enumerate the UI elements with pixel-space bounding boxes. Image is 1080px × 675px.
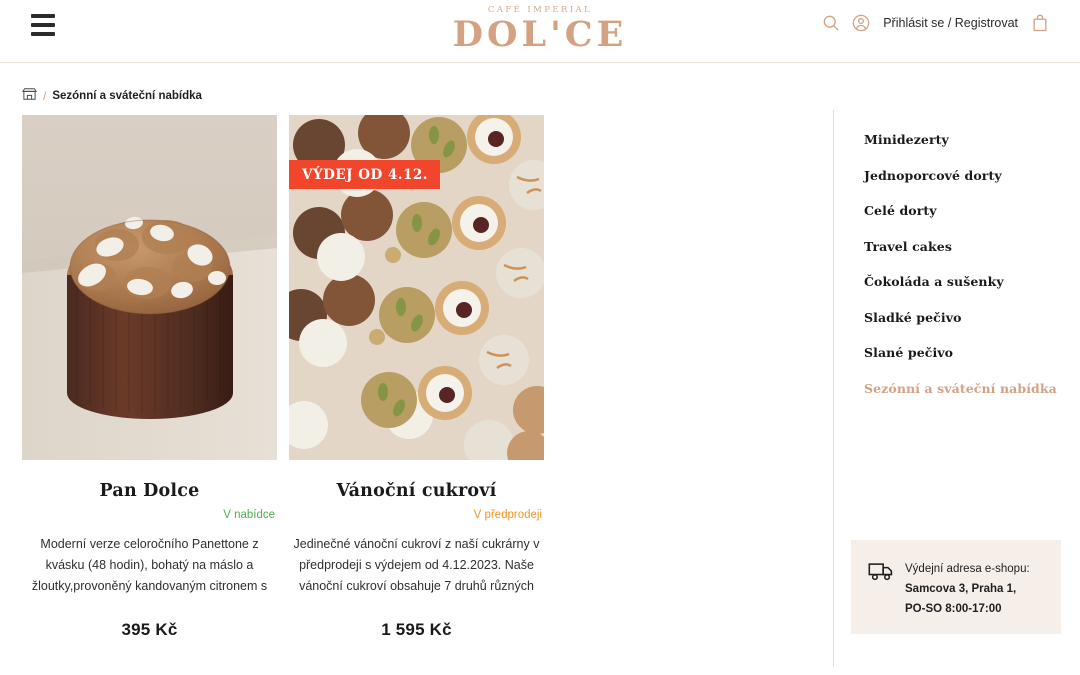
truck-icon (868, 561, 894, 587)
category-sidebar: Minidezerty Jednoporcové dorty Celé dort… (864, 132, 1060, 416)
product-description: Moderní verze celoročního Panettone z kv… (31, 537, 268, 593)
search-icon[interactable] (821, 13, 841, 33)
sidebar-item-travel-cakes[interactable]: Travel cakes (864, 239, 1060, 255)
sidebar-item-sezonni-a-svatecni-nabidka[interactable]: Sezónní a sváteční nabídka (864, 381, 1060, 397)
delivery-line-1: Výdejní adresa e-shopu: (905, 563, 1030, 575)
logo-wordmark: DOL'CE (452, 14, 628, 55)
product-image[interactable]: VÝDEJ OD 4.12. (289, 115, 544, 460)
delivery-line-2: Samcova 3, Praha 1, (905, 583, 1017, 595)
main-content: Pan Dolce V nabídce Moderní verze celoro… (0, 110, 1080, 675)
product-price: 1 595 Kč (381, 620, 452, 639)
login-register-link[interactable]: Přihlásit se / Registrovat (883, 16, 1018, 30)
product-status-badge: V nabídce (223, 509, 275, 521)
content-sidebar-divider (833, 110, 834, 667)
product-description: Jedinečné vánoční cukroví z naší cukrárn… (293, 537, 540, 593)
cart-icon[interactable] (1030, 13, 1050, 33)
sidebar-item-jednoporcove-dorty[interactable]: Jednoporcové dorty (864, 168, 1060, 184)
sidebar-item-cele-dorty[interactable]: Celé dorty (864, 203, 1060, 219)
delivery-address-text: Výdejní adresa e-shopu: Samcova 3, Praha… (905, 559, 1030, 619)
delivery-line-3: PO-SO 8:00-17:00 (905, 603, 1002, 615)
breadcrumb: / Sezónní a sváteční nabídka (22, 87, 202, 104)
product-title[interactable]: Pan Dolce (22, 481, 277, 501)
product-card[interactable]: VÝDEJ OD 4.12. Vánoční cukroví V předpro… (289, 115, 544, 640)
delivery-info-panel: Výdejní adresa e-shopu: Samcova 3, Praha… (851, 540, 1061, 634)
product-status-badge: V předprodeji (473, 509, 542, 521)
sidebar-item-minidezerty[interactable]: Minidezerty (864, 132, 1060, 148)
sidebar-item-cokolada-a-susenky[interactable]: Čokoláda a sušenky (864, 274, 1060, 290)
sidebar-item-slane-pecivo[interactable]: Slané pečivo (864, 345, 1060, 361)
site-header: CAFÉ IMPERIAL DOL'CE Přihlásit se / Regi… (0, 0, 1080, 63)
product-grid: Pan Dolce V nabídce Moderní verze celoro… (22, 115, 812, 640)
account-icon[interactable] (851, 13, 871, 33)
product-card[interactable]: Pan Dolce V nabídce Moderní verze celoro… (22, 115, 277, 640)
product-image[interactable] (22, 115, 277, 460)
sidebar-item-sladke-pecivo[interactable]: Sladké pečivo (864, 310, 1060, 326)
header-actions: Přihlásit se / Registrovat (821, 13, 1050, 33)
product-title[interactable]: Vánoční cukroví (289, 481, 544, 501)
product-price: 395 Kč (121, 620, 178, 639)
product-availability-badge: VÝDEJ OD 4.12. (289, 160, 440, 189)
breadcrumb-current[interactable]: Sezónní a sváteční nabídka (52, 90, 202, 102)
shop-icon[interactable] (22, 87, 37, 104)
breadcrumb-separator: / (43, 88, 47, 103)
